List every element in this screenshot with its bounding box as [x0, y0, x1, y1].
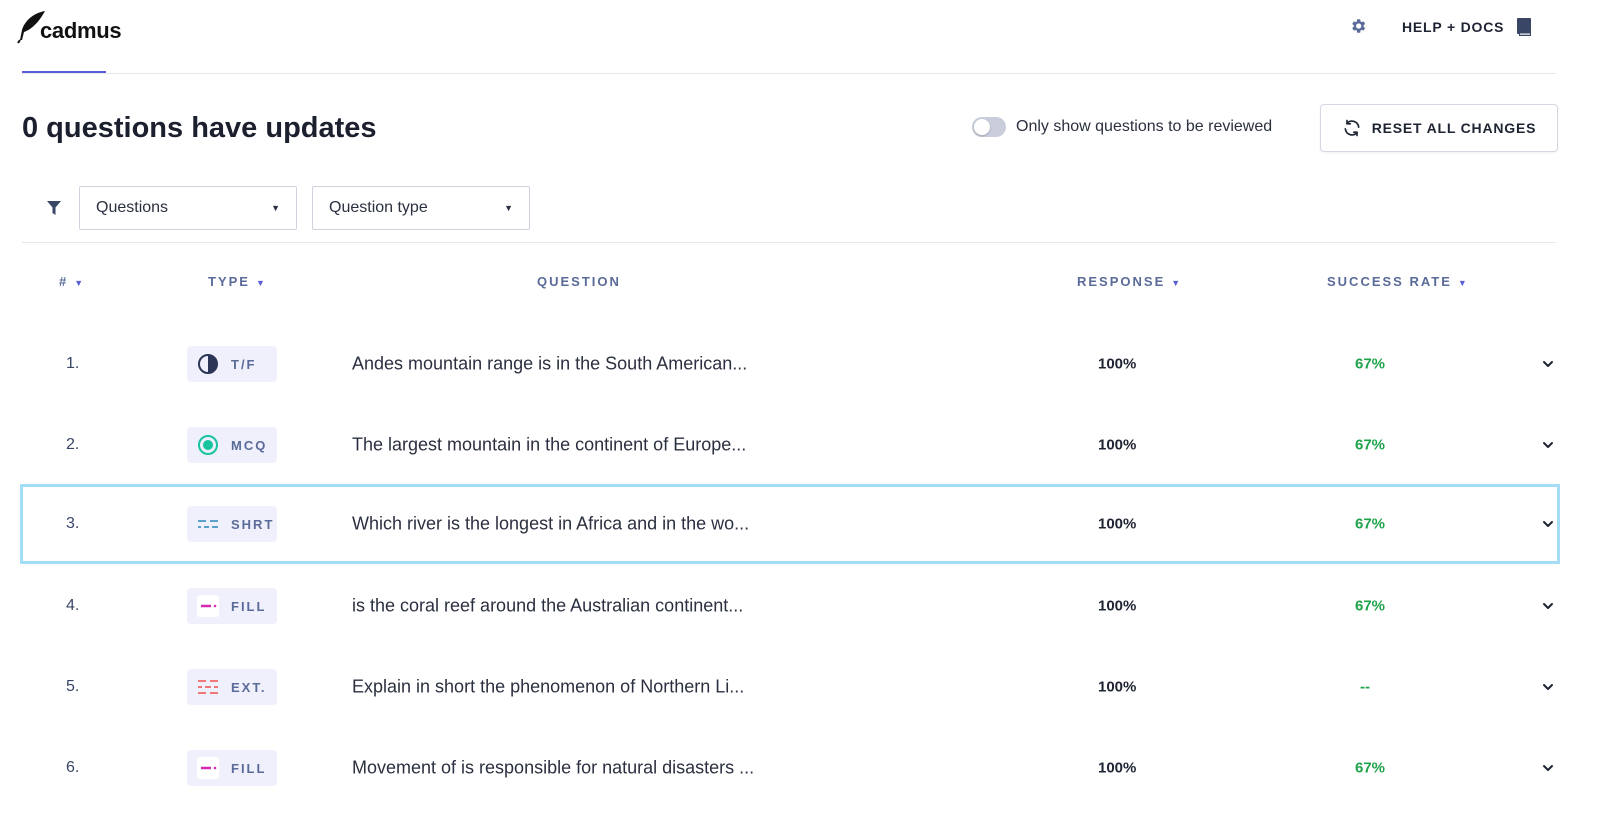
review-toggle-label: Only show questions to be reviewed — [1016, 118, 1273, 135]
question-type-badge: FILL — [187, 750, 277, 786]
table-row-selected[interactable]: 3. SHRT Which river is the longest in Af… — [20, 484, 1560, 564]
row-number: 1. — [66, 355, 80, 372]
header-divider — [22, 73, 1556, 74]
toggle-knob — [974, 119, 990, 135]
question-type-badge: FILL — [187, 588, 277, 624]
success-rate: 67% — [1355, 436, 1386, 454]
row-number: 3. — [66, 515, 80, 532]
question-type-badge: EXT. — [187, 669, 277, 705]
question-type-badge: T/F — [187, 346, 277, 382]
extended-answer-icon — [197, 676, 219, 698]
caret-down-icon: ▼ — [504, 203, 513, 213]
filter-divider — [22, 242, 1556, 243]
refresh-icon — [1344, 119, 1360, 137]
success-rate: 67% — [1355, 759, 1386, 777]
reset-all-changes-label: RESET ALL CHANGES — [1371, 120, 1537, 136]
question-type-label: EXT. — [231, 679, 267, 695]
question-text: Which river is the longest in Africa and… — [352, 513, 750, 534]
reset-all-changes-button[interactable]: RESET ALL CHANGES — [1320, 104, 1558, 152]
question-type-label: MCQ — [231, 437, 268, 453]
chevron-down-icon[interactable] — [1540, 598, 1556, 614]
logo-text: cadmus — [40, 18, 122, 43]
cadmus-logo[interactable]: cadmus — [16, 8, 122, 44]
caret-down-icon: ▼ — [271, 203, 280, 213]
response-rate: 100% — [1098, 759, 1137, 777]
question-text: is the coral reef around the Australian … — [352, 595, 744, 616]
questions-filter-select[interactable]: Questions ▼ — [79, 186, 297, 230]
success-rate: -- — [1360, 678, 1370, 696]
question-text: Andes mountain range is in the South Ame… — [352, 353, 748, 374]
question-type-label: FILL — [231, 598, 267, 614]
column-header-success-rate-label: SUCCESS RATE — [1327, 274, 1452, 289]
chevron-down-icon[interactable] — [1540, 516, 1556, 532]
filter-icon — [47, 201, 61, 215]
fill-blank-icon — [197, 757, 219, 779]
book-icon — [1517, 18, 1532, 36]
column-header-type-label: TYPE — [208, 274, 250, 289]
page-title: 0 questions have updates — [22, 112, 377, 144]
question-type-label: SHRT — [231, 516, 275, 532]
success-rate: 67% — [1355, 355, 1386, 373]
gear-icon[interactable] — [1349, 17, 1367, 35]
sort-caret-icon: ▼ — [1171, 278, 1181, 288]
fill-blank-icon — [197, 595, 219, 617]
column-header-success-rate[interactable]: SUCCESS RATE ▼ — [1327, 274, 1467, 289]
top-bar: cadmus HELP + DOCS — [0, 0, 1600, 74]
response-rate: 100% — [1098, 678, 1137, 696]
sort-caret-icon: ▼ — [74, 278, 84, 288]
success-rate: 67% — [1355, 597, 1386, 615]
column-header-type[interactable]: TYPE ▼ — [208, 274, 265, 289]
half-circle-icon — [197, 353, 219, 375]
row-number: 5. — [66, 678, 80, 695]
column-header-number-label: # — [59, 274, 69, 289]
questions-filter-value: Questions — [96, 199, 169, 216]
chevron-down-icon[interactable] — [1540, 760, 1556, 776]
table-row[interactable]: 6. FILL Movement of is responsible for n… — [20, 728, 1560, 808]
row-number: 2. — [66, 436, 80, 453]
table-row[interactable]: 1. T/F Andes mountain range is in the So… — [20, 324, 1560, 404]
table-row[interactable]: 5. EXT. Explain in short the phenomenon … — [20, 647, 1560, 727]
help-docs-label: HELP + DOCS — [1402, 19, 1505, 35]
question-text: Movement of is responsible for natural d… — [352, 757, 755, 778]
chevron-down-icon[interactable] — [1540, 356, 1556, 372]
question-text: The largest mountain in the continent of… — [352, 434, 747, 455]
question-type-filter-select[interactable]: Question type ▼ — [312, 186, 530, 230]
column-header-question-label: QUESTION — [537, 274, 621, 289]
question-type-badge: SHRT — [187, 506, 277, 542]
column-header-number[interactable]: # ▼ — [59, 274, 83, 289]
question-type-filter-value: Question type — [329, 199, 428, 216]
table-row[interactable]: 4. FILL is the coral reef around the Aus… — [20, 566, 1560, 646]
table-row[interactable]: 2. MCQ The largest mountain in the conti… — [20, 405, 1560, 485]
response-rate: 100% — [1098, 515, 1137, 533]
sort-caret-icon: ▼ — [1457, 278, 1467, 288]
question-type-label: T/F — [231, 356, 257, 372]
chevron-down-icon[interactable] — [1540, 679, 1556, 695]
success-rate: 67% — [1355, 515, 1386, 533]
question-type-label: FILL — [231, 760, 267, 776]
radio-icon — [197, 434, 219, 456]
sort-caret-icon: ▼ — [255, 278, 265, 288]
question-text: Explain in short the phenomenon of North… — [352, 676, 745, 697]
row-number: 6. — [66, 759, 80, 776]
review-toggle-switch[interactable] — [972, 117, 1006, 137]
response-rate: 100% — [1098, 436, 1137, 454]
review-filter-toggle-group: Only show questions to be reviewed — [972, 117, 1272, 137]
short-answer-icon — [197, 513, 219, 535]
column-header-response-label: RESPONSE — [1077, 274, 1166, 289]
column-header-response[interactable]: RESPONSE ▼ — [1077, 274, 1180, 289]
response-rate: 100% — [1098, 355, 1137, 373]
column-header-question: QUESTION — [537, 274, 621, 289]
help-docs-link[interactable]: HELP + DOCS — [1402, 16, 1532, 38]
row-number: 4. — [66, 597, 80, 614]
response-rate: 100% — [1098, 597, 1137, 615]
question-type-badge: MCQ — [187, 427, 277, 463]
chevron-down-icon[interactable] — [1540, 437, 1556, 453]
